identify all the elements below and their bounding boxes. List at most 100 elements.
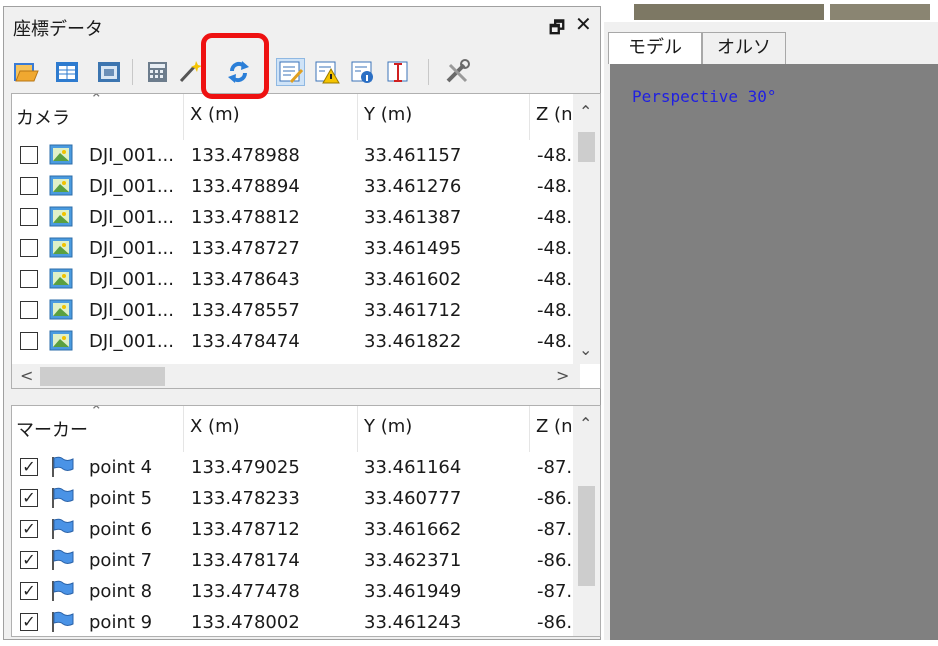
column-header-y[interactable]: Y (m) — [364, 104, 412, 125]
float-window-icon[interactable]: 🗗 — [549, 15, 565, 44]
marker-name: point 9 — [89, 612, 153, 633]
panel-title: 座標データ — [13, 19, 103, 40]
thumbnail-image[interactable] — [830, 4, 930, 20]
scroll-right-icon[interactable]: > — [556, 366, 569, 385]
table-row[interactable]: ✓ point 5 133.478233 33.460777 -86. — [12, 483, 582, 514]
import-images-icon[interactable] — [96, 59, 123, 85]
column-divider — [183, 406, 184, 452]
info-list-icon[interactable] — [349, 59, 376, 85]
row-checkbox[interactable] — [20, 177, 38, 195]
camera-image-icon — [49, 237, 75, 259]
camera-table-header: カメラ ⌃ X (m) Y (m) Z (n — [12, 94, 582, 140]
row-checkbox[interactable]: ✓ — [20, 520, 38, 538]
marker-name: point 6 — [89, 519, 153, 540]
error-bars-icon[interactable] — [385, 59, 412, 85]
table-row[interactable]: DJI_001... 133.478988 33.461157 -48.: — [12, 140, 582, 171]
scroll-up-icon[interactable]: ⌃ — [579, 102, 592, 121]
column-header-y[interactable]: Y (m) — [364, 416, 412, 437]
flag-icon — [49, 487, 75, 509]
camera-y: 33.461712 — [364, 300, 462, 321]
column-divider — [529, 94, 530, 140]
warning-list-icon[interactable] — [313, 59, 340, 85]
row-checkbox[interactable]: ✓ — [20, 582, 38, 600]
column-header-z[interactable]: Z (n — [536, 104, 572, 125]
table-row[interactable]: ✓ point 7 133.478174 33.462371 -86. — [12, 545, 582, 576]
camera-image-icon — [49, 206, 75, 228]
column-header-x[interactable]: X (m) — [190, 104, 240, 125]
table-row[interactable]: ✓ point 6 133.478712 33.461662 -87.( — [12, 514, 582, 545]
magic-wand-icon[interactable] — [176, 59, 203, 85]
camera-image-icon — [49, 144, 75, 166]
sort-up-icon: ⌃ — [90, 93, 103, 108]
horizontal-scrollbar[interactable]: < > — [12, 364, 580, 388]
3d-viewport[interactable]: Perspective 30° — [610, 64, 938, 640]
marker-y: 33.461243 — [364, 612, 462, 633]
column-header-marker[interactable]: マーカー — [16, 416, 88, 442]
scroll-up-icon[interactable]: ⌃ — [579, 414, 592, 433]
table-row[interactable]: DJI_001... 133.478727 33.461495 -48.. — [12, 233, 582, 264]
camera-table: カメラ ⌃ X (m) Y (m) Z (n DJI_001... 133.47… — [11, 93, 601, 389]
camera-z: -48.: — [537, 145, 579, 166]
thumbnail-image[interactable] — [634, 4, 824, 20]
table-row[interactable]: ✓ point 9 133.478002 33.461243 -86.. — [12, 607, 582, 636]
marker-z: -86. — [537, 488, 573, 509]
marker-z: -86.. — [537, 612, 578, 633]
scroll-thumb[interactable] — [40, 367, 165, 386]
table-row[interactable]: DJI_001... 133.478474 33.461822 -48.( — [12, 326, 582, 357]
table-row[interactable]: DJI_001... 133.478643 33.461602 -48.. — [12, 264, 582, 295]
column-header-x[interactable]: X (m) — [190, 416, 240, 437]
column-divider — [357, 406, 358, 452]
tab-model[interactable]: モデル — [608, 32, 702, 64]
row-checkbox[interactable]: ✓ — [20, 458, 38, 476]
view-tabs: モデル オルソ — [604, 22, 938, 64]
camera-x: 133.478812 — [191, 207, 300, 228]
tab-ortho[interactable]: オルソ — [702, 32, 786, 64]
table-row[interactable]: ✓ point 8 133.477478 33.461949 -87.. — [12, 576, 582, 607]
row-checkbox[interactable] — [20, 208, 38, 226]
row-checkbox[interactable]: ✓ — [20, 489, 38, 507]
table-row[interactable]: DJI_001... 133.478894 33.461276 -48.: — [12, 171, 582, 202]
column-header-z[interactable]: Z (n — [536, 416, 572, 437]
camera-name: DJI_001... — [89, 207, 174, 228]
camera-z: -48.. — [537, 207, 578, 228]
column-header-camera[interactable]: カメラ — [16, 104, 70, 130]
panel-title-bar: 座標データ 🗗 ✕ — [4, 7, 600, 47]
table-row[interactable]: DJI_001... 133.478812 33.461387 -48.. — [12, 202, 582, 233]
marker-z: -87.. — [537, 581, 578, 602]
marker-name: point 5 — [89, 488, 153, 509]
camera-name: DJI_001... — [89, 176, 174, 197]
marker-z: -86. — [537, 550, 573, 571]
marker-y: 33.461949 — [364, 581, 462, 602]
vertical-scrollbar[interactable]: ⌃ ⌄ — [573, 94, 600, 364]
calculator-icon[interactable] — [144, 59, 171, 85]
settings-tools-icon[interactable] — [444, 59, 471, 85]
edit-list-icon[interactable] — [276, 58, 305, 86]
scroll-thumb[interactable] — [578, 132, 595, 162]
marker-table-header: マーカー ⌃ X (m) Y (m) Z (n — [12, 406, 582, 452]
scroll-thumb[interactable] — [578, 486, 595, 586]
perspective-label: Perspective 30° — [632, 87, 777, 106]
row-checkbox[interactable] — [20, 332, 38, 350]
row-checkbox[interactable] — [20, 146, 38, 164]
row-checkbox[interactable] — [20, 239, 38, 257]
table-row[interactable]: DJI_001... 133.478557 33.461712 -48.( — [12, 295, 582, 326]
marker-name: point 8 — [89, 581, 153, 602]
scroll-down-icon[interactable]: ⌄ — [579, 340, 592, 359]
marker-name: point 4 — [89, 457, 153, 478]
scroll-left-icon[interactable]: < — [20, 366, 33, 385]
camera-y: 33.461387 — [364, 207, 462, 228]
camera-image-icon — [49, 299, 75, 321]
folder-open-icon[interactable] — [12, 59, 39, 85]
close-icon[interactable]: ✕ — [575, 12, 592, 36]
marker-x: 133.478712 — [191, 519, 300, 540]
row-checkbox[interactable] — [20, 301, 38, 319]
table-row[interactable]: ✓ point 4 133.479025 33.461164 -87.( — [12, 452, 582, 483]
row-checkbox[interactable]: ✓ — [20, 551, 38, 569]
vertical-scrollbar[interactable]: ⌃ — [573, 406, 600, 636]
marker-y: 33.461164 — [364, 457, 462, 478]
row-checkbox[interactable] — [20, 270, 38, 288]
row-checkbox[interactable]: ✓ — [20, 613, 38, 631]
import-table-icon[interactable] — [54, 59, 81, 85]
marker-table: マーカー ⌃ X (m) Y (m) Z (n ✓ point 4 133.47… — [11, 405, 601, 637]
model-view-panel: モデル オルソ Perspective 30° — [604, 0, 938, 640]
